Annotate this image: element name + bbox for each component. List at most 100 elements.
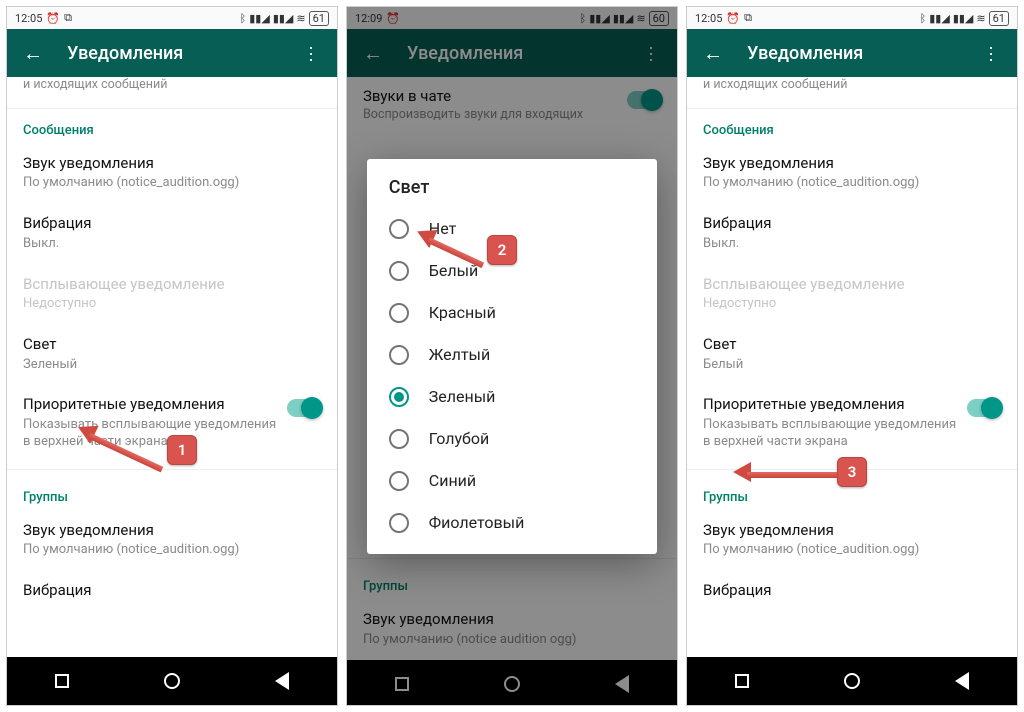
page-title: Уведомления	[407, 43, 617, 64]
setting-group-sound[interactable]: Звук уведомления По умолчанию (notice_au…	[687, 511, 1017, 571]
signal-icon-2: ▮▮◢	[953, 12, 974, 25]
status-time: 12:05	[695, 12, 722, 25]
wifi-icon: ≋	[976, 12, 985, 25]
light-option-red[interactable]: Красный	[367, 292, 657, 334]
status-time: 12:09	[355, 12, 382, 25]
callout-badge-3: 3	[837, 457, 867, 487]
nav-recent[interactable]	[49, 668, 75, 694]
alarm-icon: ⏰	[386, 12, 400, 25]
signal-icon-2: ▮▮◢	[273, 12, 294, 25]
app-bar: ← Уведомления ⋯	[347, 29, 677, 77]
back-icon[interactable]: ←	[363, 43, 383, 63]
setting-vibration[interactable]: Вибрация Выкл.	[687, 204, 1017, 264]
signal-icon: ▮▮◢	[589, 12, 610, 25]
setting-light[interactable]: Свет Белый	[687, 325, 1017, 385]
radio-icon	[389, 303, 409, 323]
chat-sounds-subtitle: и исходящих сообщений	[7, 77, 337, 109]
overflow-menu-icon[interactable]: ⋯	[301, 43, 321, 63]
page-title: Уведомления	[67, 43, 277, 64]
priority-toggle[interactable]	[967, 399, 1001, 417]
light-option-cyan[interactable]: Голубой	[367, 418, 657, 460]
setting-group-sound[interactable]: Звук уведомления По умолчанию (notice_au…	[7, 511, 337, 571]
setting-chat-sounds[interactable]: Звуки в чате Воспроизводить звуки для вх…	[347, 85, 677, 132]
setting-group-vibration[interactable]: Вибрация	[7, 571, 337, 613]
bluetooth-icon: ᛒ	[580, 12, 587, 25]
setting-notification-sound[interactable]: Звук уведомления По умолчанию (notice_au…	[687, 144, 1017, 204]
bluetooth-icon: ᛒ	[240, 12, 247, 25]
setting-priority[interactable]: Приоритетные уведомления Показывать вспл…	[687, 385, 1017, 462]
callout-badge-1: 1	[167, 435, 197, 465]
nav-back[interactable]	[949, 668, 975, 694]
wifi-icon: ≋	[296, 12, 305, 25]
radio-icon-checked	[389, 387, 409, 407]
nav-home[interactable]	[839, 668, 865, 694]
signal-icon-2: ▮▮◢	[613, 12, 634, 25]
setting-vibration[interactable]: Вибрация Выкл.	[7, 204, 337, 264]
section-header-messages: Сообщения	[687, 109, 1017, 144]
light-option-yellow[interactable]: Желтый	[367, 334, 657, 376]
status-bar: 12:09 ⏰ ᛒ ▮▮◢ ▮▮◢ ≋ 60	[347, 7, 677, 29]
phone-screen-1: 12:05 ⏰ ⧉ ᛒ ▮▮◢ ▮▮◢ ≋ 61 ← Уведомления ⋯…	[6, 6, 338, 706]
screenshot-icon: ⧉	[64, 11, 72, 25]
battery-indicator: 61	[309, 11, 329, 26]
nav-home[interactable]	[159, 668, 185, 694]
radio-icon	[389, 513, 409, 533]
nav-back[interactable]	[269, 668, 295, 694]
section-header-messages: Сообщения	[7, 109, 337, 144]
nav-bar	[7, 657, 337, 705]
callout-3: 3	[747, 457, 867, 487]
screenshot-icon: ⧉	[744, 11, 752, 25]
battery-indicator: 60	[649, 11, 669, 26]
bluetooth-icon: ᛒ	[920, 12, 927, 25]
dialog-title: Свет	[367, 177, 657, 208]
status-bar: 12:05 ⏰ ⧉ ᛒ ▮▮◢ ▮▮◢ ≋ 61	[687, 7, 1017, 29]
light-option-violet[interactable]: Фиолетовый	[367, 502, 657, 544]
radio-icon	[389, 471, 409, 491]
alarm-icon: ⏰	[726, 12, 740, 25]
callout-1: 1	[87, 435, 197, 465]
settings-content: и исходящих сообщений Сообщения Звук уве…	[687, 77, 1017, 657]
back-icon[interactable]: ←	[23, 43, 43, 63]
app-bar: ← Уведомления ⋯	[7, 29, 337, 77]
status-bar: 12:05 ⏰ ⧉ ᛒ ▮▮◢ ▮▮◢ ≋ 61	[7, 7, 337, 29]
setting-light[interactable]: Свет Зеленый	[7, 325, 337, 385]
light-dialog: Свет Нет Белый Красный Желтый Зеленый	[367, 159, 657, 554]
nav-bar	[687, 657, 1017, 705]
wifi-icon: ≋	[636, 12, 645, 25]
signal-icon: ▮▮◢	[249, 12, 270, 25]
overflow-menu-icon[interactable]: ⋯	[981, 43, 1001, 63]
nav-recent[interactable]	[389, 671, 415, 697]
setting-popup: Всплывающее уведомление Недоступно	[7, 265, 337, 325]
chat-sounds-subtitle: и исходящих сообщений	[687, 77, 1017, 109]
battery-indicator: 61	[989, 11, 1009, 26]
page-title: Уведомления	[747, 43, 957, 64]
app-bar: ← Уведомления ⋯	[687, 29, 1017, 77]
callout-badge-2: 2	[487, 235, 517, 265]
nav-bar	[347, 660, 677, 706]
callout-2: 2	[427, 235, 517, 265]
alarm-icon: ⏰	[46, 12, 60, 25]
divider	[347, 558, 677, 559]
nav-recent[interactable]	[729, 668, 755, 694]
light-option-blue[interactable]: Синий	[367, 460, 657, 502]
radio-icon	[389, 429, 409, 449]
section-header-groups: Группы	[347, 565, 677, 600]
phone-screen-2: 12:09 ⏰ ᛒ ▮▮◢ ▮▮◢ ≋ 60 ← Уведомления ⋯ З…	[346, 6, 678, 706]
radio-icon	[389, 345, 409, 365]
back-icon[interactable]: ←	[703, 43, 723, 63]
nav-back[interactable]	[609, 671, 635, 697]
chat-sounds-toggle[interactable]	[627, 91, 661, 109]
radio-icon	[389, 261, 409, 281]
priority-toggle[interactable]	[287, 399, 321, 417]
signal-icon: ▮▮◢	[929, 12, 950, 25]
setting-group-sound[interactable]: Звук уведомления По умолчанию (notice au…	[347, 600, 677, 660]
setting-group-vibration[interactable]: Вибрация	[687, 571, 1017, 613]
radio-icon	[389, 219, 409, 239]
setting-notification-sound[interactable]: Звук уведомления По умолчанию (notice_au…	[7, 144, 337, 204]
light-option-green[interactable]: Зеленый	[367, 376, 657, 418]
nav-home[interactable]	[499, 671, 525, 697]
overflow-menu-icon[interactable]: ⋯	[641, 43, 661, 63]
phone-screen-3: 12:05 ⏰ ⧉ ᛒ ▮▮◢ ▮▮◢ ≋ 61 ← Уведомления ⋯…	[686, 6, 1018, 706]
section-header-groups: Группы	[7, 476, 337, 511]
setting-popup: Всплывающее уведомление Недоступно	[687, 265, 1017, 325]
